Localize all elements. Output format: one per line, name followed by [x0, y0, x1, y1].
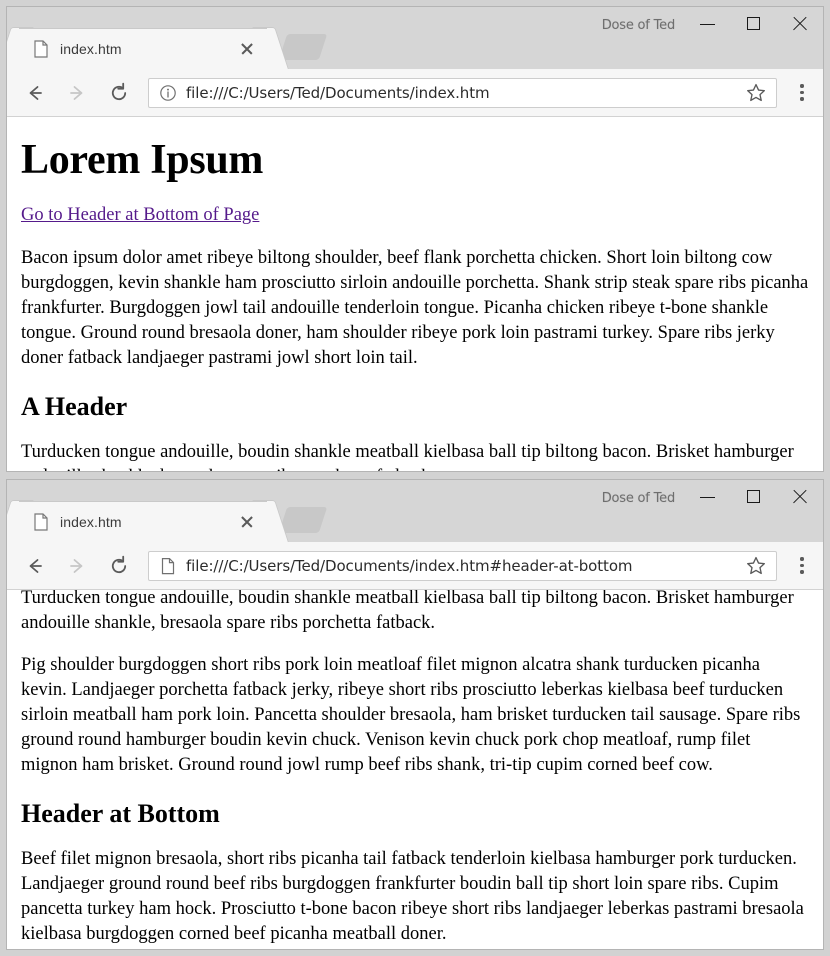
paragraph-2: Turducken tongue andouille, boudin shank…	[21, 440, 809, 471]
url-text: file:///C:/Users/Ted/Documents/index.htm…	[186, 557, 744, 575]
document-body-top: Lorem Ipsum Go to Header at Bottom of Pa…	[7, 117, 823, 471]
tab-strip-top: Dose of Ted index.htm	[7, 7, 823, 69]
document-icon	[33, 40, 49, 58]
close-icon[interactable]	[235, 510, 259, 534]
forward-button[interactable]	[59, 75, 95, 111]
section-header-a: A Header	[21, 393, 809, 422]
paragraph-4: Beef filet mignon bresaola, short ribs p…	[21, 847, 809, 947]
maximize-button[interactable]	[731, 7, 777, 41]
watermark-label: Dose of Ted	[602, 18, 675, 33]
maximize-button[interactable]	[731, 480, 777, 514]
address-bar[interactable]: file:///C:/Users/Ted/Documents/index.htm	[148, 78, 777, 108]
star-icon[interactable]	[744, 81, 768, 105]
anchor-link-line: Go to Header at Bottom of Page	[21, 203, 809, 228]
page-title: Lorem Ipsum	[21, 138, 809, 182]
browser-tab[interactable]: index.htm	[19, 501, 267, 542]
navigation-toolbar-bottom: file:///C:/Users/Ted/Documents/index.htm…	[7, 542, 823, 590]
star-icon[interactable]	[744, 554, 768, 578]
section-header-at-bottom: Header at Bottom	[21, 800, 809, 829]
document-icon	[33, 513, 49, 531]
close-button[interactable]	[777, 7, 823, 41]
document-icon[interactable]	[159, 557, 177, 575]
browser-tab[interactable]: index.htm	[19, 28, 267, 69]
browser-window-top: Dose of Ted index.htm	[6, 6, 824, 472]
reload-button[interactable]	[101, 548, 137, 584]
window-controls-top	[685, 7, 823, 41]
back-button[interactable]	[17, 548, 53, 584]
three-dot-menu-icon[interactable]	[787, 75, 817, 111]
minimize-button[interactable]	[685, 7, 731, 41]
new-tab-button[interactable]	[279, 507, 327, 533]
watermark-label: Dose of Ted	[602, 491, 675, 506]
tab-title: index.htm	[60, 514, 235, 530]
window-controls-bottom	[685, 480, 823, 514]
address-bar[interactable]: file:///C:/Users/Ted/Documents/index.htm…	[148, 551, 777, 581]
minimize-button[interactable]	[685, 480, 731, 514]
tab-strip-bottom: Dose of Ted index.htm	[7, 480, 823, 542]
paragraph-3: Pig shoulder burgdoggen short ribs pork …	[21, 653, 809, 778]
close-icon[interactable]	[235, 37, 259, 61]
close-button[interactable]	[777, 480, 823, 514]
back-button[interactable]	[17, 75, 53, 111]
document-body-bottom: Turducken tongue andouille, boudin shank…	[7, 590, 823, 949]
new-tab-button[interactable]	[279, 34, 327, 60]
navigation-toolbar-top: file:///C:/Users/Ted/Documents/index.htm	[7, 69, 823, 117]
three-dot-menu-icon[interactable]	[787, 548, 817, 584]
info-circle-icon[interactable]	[159, 84, 177, 102]
paragraph-2: Turducken tongue andouille, boudin shank…	[21, 590, 809, 636]
paragraph-1: Bacon ipsum dolor amet ribeye biltong sh…	[21, 246, 809, 371]
page-viewport-top[interactable]: Lorem Ipsum Go to Header at Bottom of Pa…	[7, 117, 823, 471]
url-text: file:///C:/Users/Ted/Documents/index.htm	[186, 84, 744, 102]
tab-title: index.htm	[60, 41, 235, 57]
page-viewport-bottom[interactable]: Turducken tongue andouille, boudin shank…	[7, 590, 823, 949]
reload-button[interactable]	[101, 75, 137, 111]
browser-window-bottom: Dose of Ted index.htm	[6, 479, 824, 950]
forward-button[interactable]	[59, 548, 95, 584]
go-to-bottom-header-link[interactable]: Go to Header at Bottom of Page	[21, 205, 259, 225]
desktop-screen: Dose of Ted index.htm	[0, 0, 830, 956]
